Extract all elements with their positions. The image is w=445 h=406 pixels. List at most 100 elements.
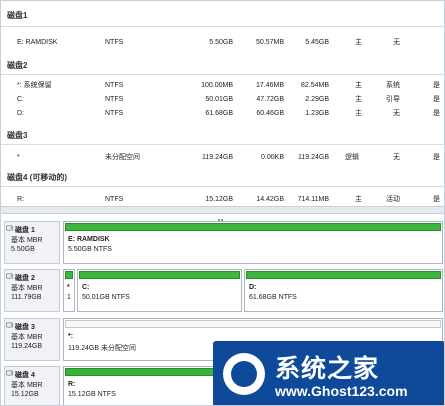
volume-capacity: 5.50GB [209, 39, 233, 46]
partition-block[interactable]: E: RAMDISK 5.50GB NTFS [63, 221, 443, 264]
disk-type: 基本 MBR [11, 237, 43, 244]
partition-bar [65, 320, 441, 328]
volume-capacity: 119.24GB [201, 154, 233, 161]
partition-bar [246, 271, 441, 279]
volume-fs: NTFS [105, 196, 124, 203]
logo-icon [223, 353, 265, 395]
disk-type: 基本 MBR [11, 334, 43, 341]
disk-size: 15.12GB [11, 391, 39, 398]
disk-name: 磁盘 3 [15, 324, 35, 331]
volume-flag: 是 [433, 96, 440, 103]
disk-info: 磁盘 1 基本 MBR 5.50GB [4, 221, 60, 264]
partition-label: * [67, 284, 70, 291]
partition-label: C: [82, 284, 90, 291]
volume-type: 主 [355, 39, 362, 46]
volume-capacity: 100.00MB [201, 82, 233, 89]
volume-name: E: RAMDISK [17, 39, 58, 46]
volume-name: C: [17, 96, 24, 103]
volume-free: 119.24GB [297, 154, 329, 161]
volume-flag: 是 [433, 82, 440, 89]
volume-used: 50.57MB [255, 39, 284, 46]
volume-row[interactable]: E: RAMDISK NTFS 5.50GB 50.57MB 5.45GB 主 … [1, 36, 444, 50]
volume-status: 无 [393, 39, 400, 46]
volume-fs: NTFS [105, 96, 124, 103]
volume-status: 系统 [386, 82, 400, 89]
group-divider [1, 74, 444, 75]
volume-used: 14.42GB [256, 196, 284, 203]
disk-size: 119.24GB [11, 343, 43, 350]
volume-row[interactable]: C: NTFS 50.01GB 47.72GB 2.29GB 主 引导 是 [1, 93, 444, 107]
volume-free: 714.11MB [297, 196, 329, 203]
volume-name: D: [17, 110, 24, 117]
volume-fs: NTFS [105, 39, 124, 46]
partition-label: D: [249, 284, 257, 291]
disk-type: 基本 MBR [11, 285, 43, 292]
partition-desc: 1 [67, 294, 71, 301]
disk-name: 磁盘 1 [15, 227, 35, 234]
group-divider [1, 186, 444, 187]
partition-block[interactable]: C: 50.01GB NTFS [77, 269, 242, 312]
volume-fs: NTFS [105, 110, 124, 117]
volume-flag: 是 [433, 110, 440, 117]
disk-name: 磁盘 4 [15, 372, 35, 379]
volume-type: 逻辑 [345, 154, 359, 161]
disk-info: 磁盘 4 基本 MBR 15.12GB [4, 366, 60, 405]
volume-flag: 是 [433, 196, 440, 203]
partition-label: R: [68, 381, 76, 388]
volume-free: 5.45GB [305, 39, 329, 46]
volume-used: 0.00KB [261, 154, 284, 161]
disk-icon [6, 273, 13, 279]
disk-icon [6, 370, 13, 376]
disk-icon [6, 322, 13, 328]
watermark-title: 系统之家 [275, 355, 380, 383]
volume-list: 磁盘1 E: RAMDISK NTFS 5.50GB 50.57MB 5.45G… [1, 1, 444, 206]
partition-block[interactable]: * 1 [63, 269, 75, 312]
volume-used: 17.46MB [255, 82, 284, 89]
disk-type: 基本 MBR [11, 382, 43, 389]
group-divider [1, 144, 444, 145]
volume-type: 主 [355, 196, 362, 203]
volume-name: * [17, 154, 20, 161]
volume-capacity: 61.68GB [205, 110, 233, 117]
partition-desc: 61.68GB NTFS [249, 294, 297, 301]
disk-management-window: 磁盘1 E: RAMDISK NTFS 5.50GB 50.57MB 5.45G… [0, 0, 445, 406]
partition-desc: 119.24GB 未分配空间 [68, 345, 136, 352]
volume-row[interactable]: D: NTFS 61.68GB 60.46GB 1.23GB 主 无 是 [1, 107, 444, 121]
volume-fs: 未分配空间 [105, 154, 140, 161]
volume-row[interactable]: R: NTFS 15.12GB 14.42GB 714.11MB 主 活动 是 [1, 193, 444, 206]
watermark-url: www.Ghost123.com [275, 383, 408, 399]
volume-used: 60.46GB [256, 110, 284, 117]
pane-splitter[interactable] [1, 206, 444, 239]
volume-status: 引导 [386, 96, 400, 103]
partition-bar [65, 223, 441, 231]
volume-capacity: 50.01GB [205, 96, 233, 103]
volume-status: 无 [393, 154, 400, 161]
partition-label: E: RAMDISK [68, 236, 110, 243]
partition-block[interactable]: D: 61.68GB NTFS [244, 269, 443, 312]
partition-label: *: [68, 333, 74, 340]
volume-flag [433, 36, 441, 50]
volume-free: 2.29GB [305, 96, 329, 103]
volume-status: 活动 [386, 196, 400, 203]
volume-flag: 是 [433, 154, 440, 161]
watermark: 系统之家 www.Ghost123.com [213, 341, 444, 405]
disk-row[interactable]: 磁盘 1 基本 MBR 5.50GB E: RAMDISK 5.50GB NTF… [4, 221, 444, 264]
volume-status: 无 [393, 110, 400, 117]
volume-type: 主 [355, 96, 362, 103]
volume-row[interactable]: *: 系统保留 NTFS 100.00MB 17.46MB 82.54MB 主 … [1, 79, 444, 93]
disk-size: 5.50GB [11, 246, 35, 253]
partition-bar [79, 271, 240, 279]
group-header: 磁盘2 [7, 61, 28, 70]
volume-free: 1.23GB [305, 110, 329, 117]
disk-size: 111.79GB [11, 294, 42, 301]
disk-row[interactable]: 磁盘 2 基本 MBR 111.79GB * 1 C: 50.01GB NTFS… [4, 269, 444, 312]
volume-capacity: 15.12GB [205, 196, 233, 203]
volume-type: 主 [355, 82, 362, 89]
disk-info: 磁盘 3 基本 MBR 119.24GB [4, 318, 60, 361]
partition-desc: 15.12GB NTFS [68, 391, 116, 398]
volume-row[interactable]: * 未分配空间 119.24GB 0.00KB 119.24GB 逻辑 无 是 [1, 151, 444, 165]
group-divider [1, 26, 444, 27]
group-header: 磁盘4 (可移动的) [7, 173, 67, 182]
disk-icon [6, 225, 13, 231]
volume-used: 47.72GB [256, 96, 284, 103]
